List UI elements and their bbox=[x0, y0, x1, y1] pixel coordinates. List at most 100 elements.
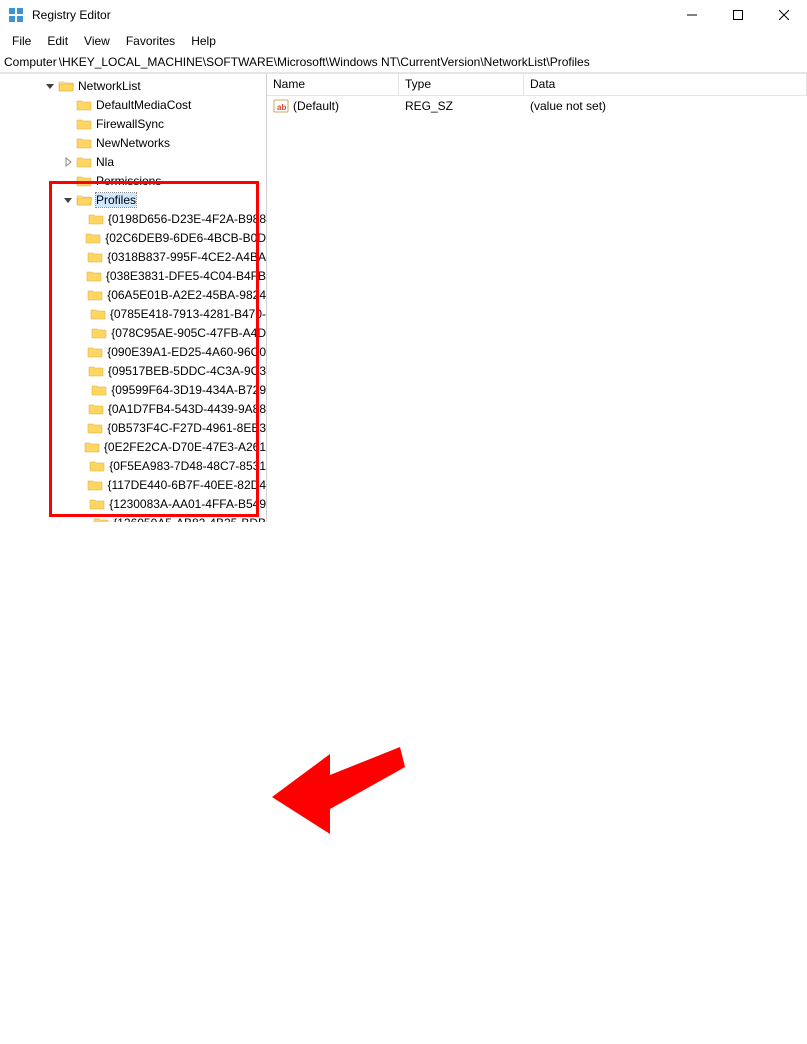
tree-node[interactable]: {038E3831-DFE5-4C04-B4FB bbox=[0, 266, 266, 285]
column-data[interactable]: Data bbox=[524, 74, 807, 95]
tree-node-label: {090E39A1-ED25-4A60-96C0 bbox=[107, 345, 266, 359]
expand-toggle-icon[interactable] bbox=[62, 156, 74, 168]
tree-node[interactable]: {090E39A1-ED25-4A60-96C0 bbox=[0, 342, 266, 361]
expand-toggle-icon bbox=[80, 460, 87, 472]
tree-node[interactable]: Profiles bbox=[0, 190, 266, 209]
expand-toggle-icon bbox=[80, 441, 82, 453]
list-pane[interactable]: Name Type Data ab(Default)REG_SZ(value n… bbox=[267, 74, 807, 522]
expand-toggle-icon[interactable] bbox=[44, 80, 56, 92]
tree-node[interactable]: {0B573F4C-F27D-4961-8EB3 bbox=[0, 418, 266, 437]
window-controls bbox=[669, 0, 807, 30]
content-panes: NetworkListDefaultMediaCostFirewallSyncN… bbox=[0, 73, 807, 522]
menu-file[interactable]: File bbox=[4, 32, 39, 50]
expand-toggle-icon bbox=[80, 308, 88, 320]
value-name: (Default) bbox=[293, 99, 339, 113]
expand-toggle-icon bbox=[80, 327, 89, 339]
expand-toggle-icon bbox=[80, 498, 87, 510]
folder-icon bbox=[87, 288, 103, 302]
tree-pane[interactable]: NetworkList DefaultMediaCost FirewallSync N… bbox=[0, 74, 267, 522]
folder-icon bbox=[84, 440, 100, 454]
tree-node[interactable]: Nla bbox=[0, 152, 266, 171]
folder-icon bbox=[90, 307, 106, 321]
tree-node-label: {0B573F4C-F27D-4961-8EB3 bbox=[107, 421, 266, 435]
tree-node[interactable]: {1230083A-AA01-4FFA-B549 bbox=[0, 494, 266, 513]
folder-icon bbox=[87, 250, 103, 264]
tree-node-label: {078C95AE-905C-47FB-A4D bbox=[111, 326, 266, 340]
tree-node[interactable]: {117DE440-6B7F-40EE-82D4 bbox=[0, 475, 266, 494]
menu-help[interactable]: Help bbox=[183, 32, 224, 50]
folder-icon bbox=[88, 402, 104, 416]
tree-node[interactable]: {0318B837-995F-4CE2-A4BA bbox=[0, 247, 266, 266]
menu-view[interactable]: View bbox=[76, 32, 118, 50]
tree-node[interactable]: DefaultMediaCost bbox=[0, 95, 266, 114]
titlebar[interactable]: Registry Editor bbox=[0, 0, 807, 30]
tree-node[interactable]: Permissions bbox=[0, 171, 266, 190]
tree-node[interactable]: NetworkList bbox=[0, 76, 266, 95]
tree-node-label: {0198D656-D23E-4F2A-B988 bbox=[108, 212, 266, 226]
folder-icon bbox=[76, 155, 92, 169]
folder-icon bbox=[91, 383, 107, 397]
expand-toggle-icon bbox=[80, 517, 91, 523]
folder-icon bbox=[85, 231, 101, 245]
expand-toggle-icon[interactable] bbox=[62, 194, 74, 206]
tree-node-label: Nla bbox=[96, 155, 114, 169]
registry-tree: NetworkList DefaultMediaCost FirewallSync N… bbox=[0, 74, 266, 522]
column-type[interactable]: Type bbox=[399, 74, 524, 95]
value-type: REG_SZ bbox=[399, 99, 524, 113]
tree-node[interactable]: {06A5E01B-A2E2-45BA-9824 bbox=[0, 285, 266, 304]
expand-toggle-icon bbox=[80, 403, 86, 415]
tree-node-label: NewNetworks bbox=[96, 136, 170, 150]
tree-node[interactable]: {09599F64-3D19-434A-B729 bbox=[0, 380, 266, 399]
column-name[interactable]: Name bbox=[267, 74, 399, 95]
tree-node[interactable]: NewNetworks bbox=[0, 133, 266, 152]
expand-toggle-icon bbox=[80, 479, 85, 491]
tree-node-label: {1230083A-AA01-4FFA-B549 bbox=[109, 497, 266, 511]
tree-node-label: DefaultMediaCost bbox=[96, 98, 191, 112]
folder-icon bbox=[58, 79, 74, 93]
maximize-button[interactable] bbox=[715, 0, 761, 30]
tree-node-label: {06A5E01B-A2E2-45BA-9824 bbox=[107, 288, 266, 302]
tree-node[interactable]: {126050A5-AB82-4B25-BDB bbox=[0, 513, 266, 522]
tree-node-label: {0A1D7FB4-543D-4439-9A88 bbox=[108, 402, 266, 416]
tree-node[interactable]: {0F5EA983-7D48-48C7-8531 bbox=[0, 456, 266, 475]
tree-node[interactable]: {09517BEB-5DDC-4C3A-9C3 bbox=[0, 361, 266, 380]
folder-icon bbox=[76, 174, 92, 188]
expand-toggle-icon bbox=[62, 175, 74, 187]
menu-edit[interactable]: Edit bbox=[39, 32, 76, 50]
tree-node-label: {126050A5-AB82-4B25-BDB bbox=[113, 516, 266, 523]
address-root-label: Computer bbox=[4, 55, 57, 69]
folder-icon bbox=[87, 345, 103, 359]
tree-node-label: {09517BEB-5DDC-4C3A-9C3 bbox=[108, 364, 266, 378]
tree-node-label: Permissions bbox=[96, 174, 161, 188]
tree-node-label: {0318B837-995F-4CE2-A4BA bbox=[107, 250, 266, 264]
folder-icon bbox=[89, 497, 105, 511]
folder-icon bbox=[87, 421, 103, 435]
expand-toggle-icon bbox=[80, 270, 84, 282]
folder-icon bbox=[76, 98, 92, 112]
tree-node[interactable]: {0785E418-7913-4281-B470- bbox=[0, 304, 266, 323]
tree-node[interactable]: {078C95AE-905C-47FB-A4D bbox=[0, 323, 266, 342]
tree-node[interactable]: {0A1D7FB4-543D-4439-9A88 bbox=[0, 399, 266, 418]
close-button[interactable] bbox=[761, 0, 807, 30]
folder-icon bbox=[91, 326, 107, 340]
tree-node[interactable]: {0E2FE2CA-D70E-47E3-A261 bbox=[0, 437, 266, 456]
tree-node[interactable]: FirewallSync bbox=[0, 114, 266, 133]
menu-favorites[interactable]: Favorites bbox=[118, 32, 183, 50]
menubar: File Edit View Favorites Help bbox=[0, 30, 807, 51]
list-row[interactable]: ab(Default)REG_SZ(value not set) bbox=[267, 96, 807, 115]
address-bar: Computer bbox=[0, 51, 807, 73]
expand-toggle-icon bbox=[80, 213, 86, 225]
list-body: ab(Default)REG_SZ(value not set) bbox=[267, 96, 807, 115]
folder-icon bbox=[88, 364, 104, 378]
folder-icon bbox=[76, 136, 92, 150]
address-input[interactable] bbox=[57, 53, 803, 71]
minimize-button[interactable] bbox=[669, 0, 715, 30]
expand-toggle-icon bbox=[80, 422, 85, 434]
expand-toggle-icon bbox=[80, 251, 85, 263]
tree-node[interactable]: {02C6DEB9-6DE6-4BCB-B0D bbox=[0, 228, 266, 247]
tree-node[interactable]: {0198D656-D23E-4F2A-B988 bbox=[0, 209, 266, 228]
tree-node-label: NetworkList bbox=[78, 79, 141, 93]
annotation-arrow bbox=[0, 522, 807, 1044]
expand-toggle-icon bbox=[62, 137, 74, 149]
expand-toggle-icon bbox=[62, 118, 74, 130]
